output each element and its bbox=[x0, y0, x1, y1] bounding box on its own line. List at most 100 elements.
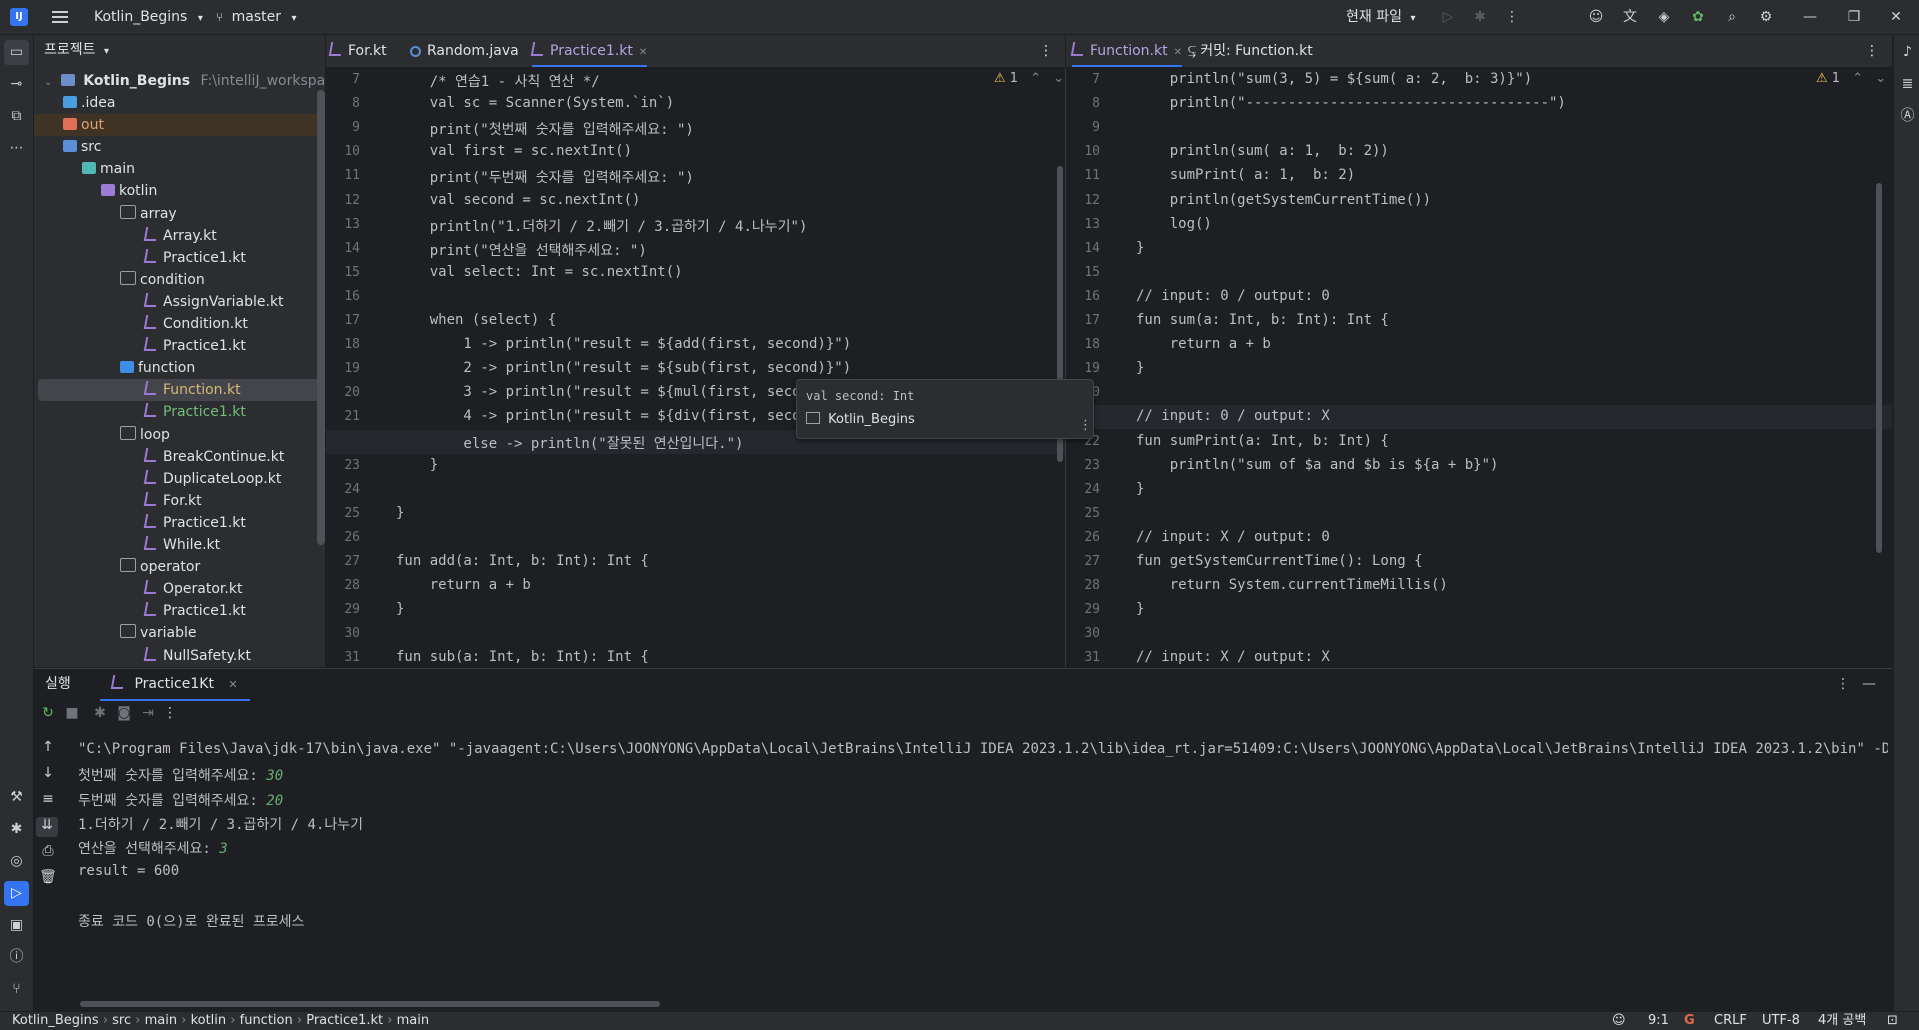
code-line[interactable]: /* 연습1 - 사칙 연산 */ bbox=[396, 71, 600, 91]
code-line[interactable]: print("두번째 숫자를 입력해주세요: ") bbox=[396, 167, 694, 187]
tree-folder-item[interactable]: out bbox=[34, 114, 325, 137]
code-line[interactable]: val sc = Scanner(System.`in`) bbox=[396, 95, 674, 111]
code-line[interactable]: log() bbox=[1136, 216, 1212, 232]
indent-setting[interactable]: 4개 공백 bbox=[1818, 1012, 1866, 1030]
code-line[interactable]: fun sum(a: Int, b: Int): Int { bbox=[1136, 312, 1389, 328]
tree-file-item[interactable]: BreakContinue.kt bbox=[34, 446, 325, 468]
code-line[interactable]: when (select) { bbox=[396, 312, 556, 328]
code-line[interactable]: // input: 0 / output: 0 bbox=[1136, 288, 1330, 304]
code-line[interactable]: return a + b bbox=[1136, 336, 1271, 352]
exit-icon[interactable]: ⇥ bbox=[138, 705, 158, 721]
tree-folder-item[interactable]: function bbox=[34, 357, 325, 379]
services-icon[interactable]: ◎ bbox=[4, 849, 29, 874]
run-config-selector[interactable]: 현재 파일 ▾ bbox=[1346, 0, 1415, 34]
app-logo-icon[interactable]: IJ bbox=[10, 8, 28, 26]
breadcrumb-item[interactable]: Practice1.kt bbox=[306, 1013, 383, 1028]
scroll-to-end-icon[interactable]: ⇊ bbox=[36, 817, 58, 837]
more-actions-icon[interactable]: ⋮ bbox=[1504, 0, 1520, 34]
tree-folder-item[interactable]: kotlin bbox=[34, 180, 325, 202]
code-line[interactable]: val first = sc.nextInt() bbox=[396, 143, 632, 159]
code-line[interactable]: } bbox=[1136, 240, 1144, 256]
code-line[interactable]: fun sub(a: Int, b: Int): Int { bbox=[396, 649, 649, 665]
code-line[interactable]: sumPrint( a: 1, b: 2) bbox=[1136, 167, 1355, 183]
close-icon[interactable]: ✕ bbox=[1174, 47, 1182, 58]
file-encoding[interactable]: UTF-8 bbox=[1762, 1012, 1800, 1030]
close-icon[interactable]: ✕ bbox=[228, 678, 237, 691]
editor-tab[interactable]: Random.java bbox=[410, 35, 519, 67]
tree-root[interactable]: ⌄ Kotlin_Begins F:\intelliJ_workspace\k bbox=[34, 70, 325, 92]
project-switcher[interactable]: Kotlin_Begins ▾ bbox=[94, 0, 203, 34]
code-line[interactable]: return System.currentTimeMillis() bbox=[1136, 577, 1448, 593]
breadcrumb-item[interactable]: main bbox=[145, 1013, 177, 1028]
code-line[interactable]: println("1.더하기 / 2.빼기 / 3.곱하기 / 4.나누기") bbox=[396, 216, 808, 236]
editor-tab[interactable]: Function.kt ✕ bbox=[1070, 35, 1182, 67]
breadcrumb-item[interactable]: main bbox=[397, 1013, 429, 1028]
camera-icon[interactable]: ◙ bbox=[114, 705, 134, 721]
tree-file-item[interactable]: While.kt bbox=[34, 534, 325, 556]
code-line[interactable]: } bbox=[1136, 360, 1144, 376]
debug-icon[interactable]: ✱ bbox=[1470, 0, 1490, 34]
code-line[interactable]: // input: X / output: 0 bbox=[1136, 529, 1330, 545]
editor-tab[interactable]: For.kt bbox=[328, 35, 387, 67]
code-line[interactable]: 4 -> println("result = ${div(first, seco… bbox=[396, 408, 817, 424]
warning-indicator[interactable]: ⚠ 1 ⌃ ⌄ bbox=[994, 71, 1064, 86]
debug-icon[interactable]: ✱ bbox=[90, 705, 110, 721]
code-line[interactable]: fun getSystemCurrentTime(): Long { bbox=[1136, 553, 1423, 569]
breadcrumb-item[interactable]: Kotlin_Begins bbox=[12, 1013, 99, 1028]
editor-tab[interactable]: ⥹ 커밋: Function.kt bbox=[1188, 35, 1313, 67]
tree-file-item[interactable]: Practice1.kt bbox=[34, 335, 325, 357]
project-panel-header[interactable]: 프로젝트 ▾ bbox=[44, 35, 109, 65]
code-line[interactable]: fun add(a: Int, b: Int): Int { bbox=[396, 553, 649, 569]
ai-assistant-panel-icon[interactable]: Ⓐ bbox=[1895, 104, 1919, 129]
breadcrumb-item[interactable]: function bbox=[240, 1013, 293, 1028]
tree-folder-item[interactable]: main bbox=[34, 158, 325, 180]
tree-folder-item[interactable]: operator bbox=[34, 556, 325, 578]
close-window-icon[interactable]: ✕ bbox=[1886, 0, 1906, 34]
code-line[interactable]: } bbox=[396, 601, 404, 617]
notifications-bell-icon[interactable]: ♪ bbox=[1895, 40, 1919, 65]
code-line[interactable]: println("sum(3, 5) = ${sum( a: 2, b: 3)}… bbox=[1136, 71, 1532, 87]
tree-file-item[interactable]: Practice1.kt bbox=[34, 512, 325, 534]
plugin-icon[interactable]: ◈ bbox=[1654, 0, 1674, 34]
structure-tool-icon[interactable]: ⧉ bbox=[4, 104, 29, 129]
code-line[interactable]: 1 -> println("result = ${add(first, seco… bbox=[396, 336, 851, 352]
code-line[interactable]: print("연산을 선택해주세요: ") bbox=[396, 240, 647, 260]
left-editor[interactable]: 7891011121314151617181920212223242526272… bbox=[326, 68, 1066, 667]
user-icon[interactable]: ☺ bbox=[1586, 0, 1606, 34]
line-separator[interactable]: CRLF bbox=[1714, 1012, 1747, 1030]
more-options-icon[interactable]: ⋮ bbox=[1079, 418, 1092, 433]
code-line[interactable]: // input: 0 / output: X bbox=[1136, 408, 1330, 424]
console-h-scrollbar[interactable] bbox=[80, 1001, 660, 1007]
code-line[interactable]: println(getSystemCurrentTime()) bbox=[1136, 192, 1431, 208]
run-icon[interactable]: ▷ bbox=[1438, 0, 1458, 34]
code-line[interactable]: } bbox=[396, 457, 438, 473]
search-icon[interactable]: ⌕ bbox=[1722, 0, 1742, 34]
code-line[interactable]: return a + b bbox=[396, 577, 531, 593]
code-line[interactable]: 2 -> println("result = ${sub(first, seco… bbox=[396, 360, 851, 376]
breadcrumb-item[interactable]: src bbox=[112, 1013, 131, 1028]
rerun-icon[interactable]: ↻ bbox=[38, 705, 58, 721]
minimize-panel-icon[interactable]: — bbox=[1862, 669, 1876, 699]
terminal-icon[interactable]: ▣ bbox=[4, 913, 29, 938]
run-tool-icon[interactable]: ▷ bbox=[4, 881, 29, 906]
code-line[interactable]: } bbox=[1136, 481, 1144, 497]
scroll-down-icon[interactable]: ↓ bbox=[38, 765, 58, 781]
tree-file-item[interactable]: Practice1.kt bbox=[34, 401, 325, 423]
code-line[interactable]: print("첫번째 숫자를 입력해주세요: ") bbox=[396, 119, 694, 139]
code-line[interactable]: } bbox=[1136, 601, 1144, 617]
soft-wrap-icon[interactable]: ≡ bbox=[38, 791, 58, 807]
debug-bug-icon[interactable]: ✱ bbox=[4, 817, 29, 842]
lock-icon[interactable]: ⊡ bbox=[1887, 1012, 1898, 1030]
code-line[interactable]: else -> println("잘못된 연산입니다.") bbox=[396, 433, 743, 453]
tab-more-icon[interactable]: ⋮ bbox=[1864, 35, 1880, 67]
main-menu-icon[interactable] bbox=[52, 0, 70, 34]
problems-icon[interactable]: ⓘ bbox=[4, 945, 29, 970]
commit-tool-icon[interactable]: ⊸ bbox=[4, 72, 29, 97]
code-line[interactable]: val select: Int = sc.nextInt() bbox=[396, 264, 683, 280]
ai-assistant-icon[interactable]: ✿ bbox=[1688, 0, 1708, 34]
settings-gear-icon[interactable]: ⚙ bbox=[1756, 0, 1776, 34]
git-icon[interactable]: ⑂ bbox=[4, 977, 29, 1002]
code-line[interactable]: fun sumPrint(a: Int, b: Int) { bbox=[1136, 433, 1389, 449]
breadcrumb-item[interactable]: kotlin bbox=[191, 1013, 227, 1028]
tree-file-item[interactable]: NullSafety.kt bbox=[34, 645, 325, 667]
